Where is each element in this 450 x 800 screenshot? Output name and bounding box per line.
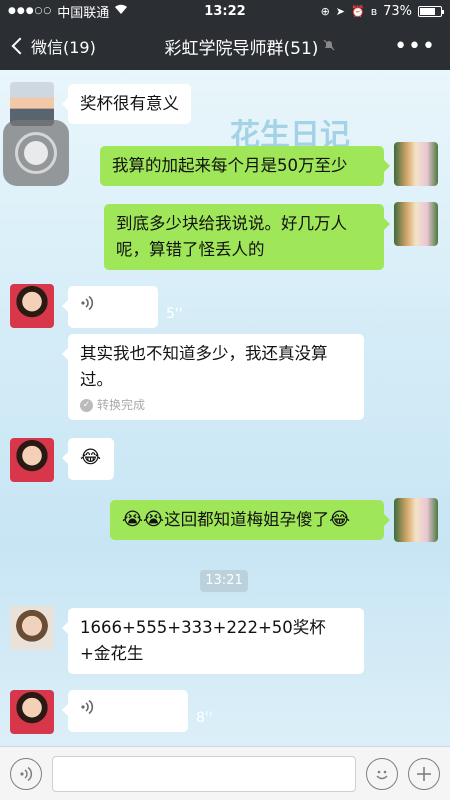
conversion-status: ✓ 转换完成	[80, 397, 352, 413]
add-button[interactable]	[408, 757, 440, 790]
avatar[interactable]	[394, 498, 438, 542]
voice-wave-icon	[20, 766, 33, 781]
message-outgoing[interactable]: 😭😭这回都知道梅姐孕傻了😂	[110, 500, 390, 540]
message-text: 其实我也不知道多少，我还真没算过。	[80, 344, 328, 389]
carrier-area: ●●●○○ 中国联通	[8, 2, 158, 21]
message-incoming[interactable]: 奖杯很有意义	[62, 84, 191, 124]
voice-message[interactable]	[62, 286, 158, 328]
message-input[interactable]	[52, 755, 356, 792]
chat-title-area: 彩虹学院导师群(51)	[110, 34, 390, 59]
wifi-icon	[114, 4, 128, 19]
chat-title: 彩虹学院导师群(51)	[164, 38, 319, 59]
carrier-label: 中国联通	[57, 5, 110, 21]
message-incoming[interactable]: 其实我也不知道多少，我还真没算过。 ✓ 转换完成	[62, 334, 364, 420]
nav-bar: 微信(19) 彩虹学院导师群(51) •••	[0, 22, 450, 70]
mute-bell-icon	[323, 36, 335, 56]
battery-icon	[418, 5, 444, 17]
message-outgoing[interactable]: 我算的加起来每个月是50万至少	[100, 146, 390, 186]
assistive-touch-button[interactable]	[3, 120, 69, 186]
bluetooth-icon: ʙ	[370, 4, 378, 18]
smiley-icon	[376, 770, 388, 779]
voice-toggle-button[interactable]	[10, 757, 42, 790]
assistive-core	[24, 141, 48, 165]
message-incoming[interactable]: 😂	[62, 438, 114, 480]
voice-wave-icon	[80, 293, 94, 319]
chat-area[interactable]: 花生日记 奖杯很有意义 我算的加起来每个月是50万至少 到底多少块给我说说。好几…	[0, 70, 450, 746]
crying-emoji: 😭😭	[122, 509, 165, 530]
plus-icon	[417, 766, 431, 781]
location-icon: ➤	[335, 4, 345, 18]
check-icon: ✓	[80, 398, 93, 412]
battery-percent: 73%	[383, 3, 412, 19]
voice-duration: 5''	[166, 306, 183, 322]
input-bar	[0, 746, 450, 800]
avatar[interactable]	[394, 142, 438, 186]
message-text: 这回都知道梅姐孕傻了	[164, 510, 330, 529]
avatar[interactable]	[394, 202, 438, 246]
clock: 13:22	[204, 3, 246, 19]
chevron-left-icon	[11, 37, 29, 55]
laughing-tears-emoji: 😂	[329, 509, 351, 530]
signal-dots-icon: ●●●○○	[8, 6, 53, 16]
status-bar: ●●●○○ 中国联通 13:22 ⊕ ➤ ⏰ ʙ 73%	[0, 0, 450, 22]
avatar[interactable]	[10, 690, 54, 734]
back-button[interactable]: 微信(19)	[0, 34, 110, 58]
avatar[interactable]	[10, 284, 54, 328]
message-outgoing[interactable]: 到底多少块给我说说。好几万人呢，算错了怪丢人的	[104, 204, 390, 270]
voice-message[interactable]	[62, 690, 188, 732]
avatar[interactable]	[10, 606, 54, 650]
voice-duration: 8''	[196, 710, 213, 726]
avatar[interactable]	[10, 438, 54, 482]
conversion-status-label: 转换完成	[97, 398, 146, 412]
message-incoming[interactable]: 1666+555+333+222+50奖杯+金花生	[62, 608, 364, 674]
laughing-tears-emoji: 😂	[80, 447, 102, 468]
emoji-button[interactable]	[366, 757, 398, 790]
status-icons: ⊕ ➤ ⏰ ʙ 73%	[292, 3, 444, 19]
time-divider: 13:21	[200, 570, 248, 592]
voice-wave-icon	[80, 697, 94, 723]
back-label: 微信(19)	[31, 38, 96, 57]
lock-rotation-icon: ⊕	[320, 4, 330, 18]
more-options-button[interactable]: •••	[390, 34, 450, 59]
alarm-icon: ⏰	[351, 4, 365, 18]
